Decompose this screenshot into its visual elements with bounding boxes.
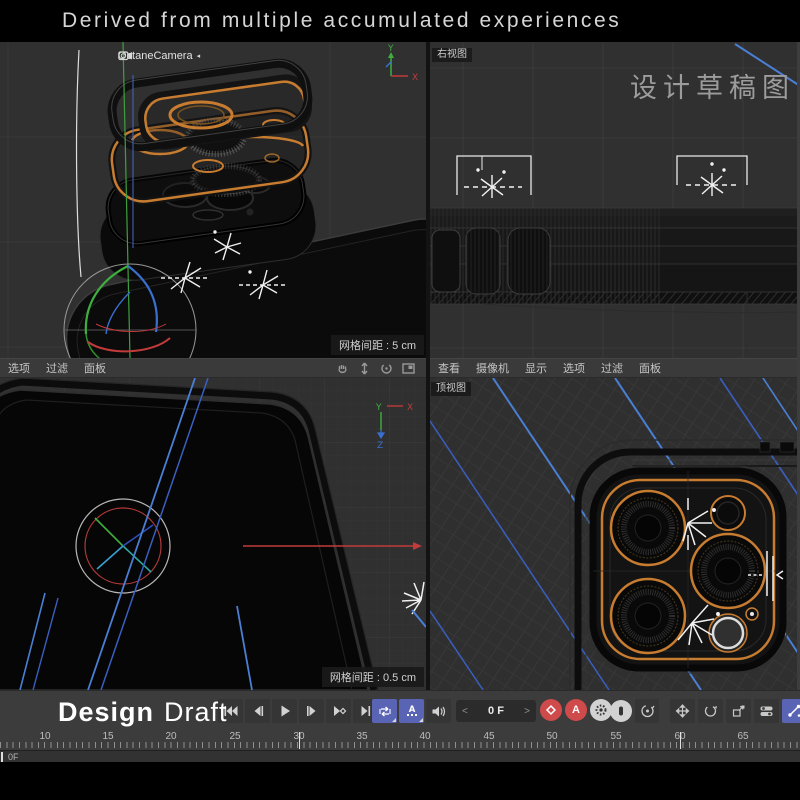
viewport-front-canvas[interactable]: Y X Z — [0, 378, 426, 690]
playback-mode-controls: A — [372, 699, 451, 723]
watermark-regular-part: Draft — [164, 697, 228, 727]
ruler-tick-label: 10 — [39, 731, 50, 742]
play-button[interactable] — [272, 699, 297, 723]
menu-options[interactable]: 选项 — [8, 360, 30, 376]
viewport-label-right[interactable]: 右视图 — [432, 48, 472, 62]
sound-toggle-button[interactable] — [426, 699, 451, 723]
record-keyframe-button[interactable] — [540, 699, 562, 721]
transport-controls — [218, 699, 378, 723]
frame-decrement-arrow[interactable]: < — [462, 706, 468, 717]
keyframe-selection-button[interactable] — [590, 699, 612, 721]
watermark-design-draft-cn: 设计草稿图 — [630, 66, 795, 105]
grid-spacing-status: 网格间距 : 5 cm — [331, 335, 424, 355]
menu-cameras[interactable]: 摄像机 — [476, 360, 509, 376]
menu-panel[interactable]: 面板 — [84, 360, 106, 376]
bottom-margin — [0, 762, 800, 800]
key-type-controls — [610, 699, 659, 723]
scale-keys-button[interactable] — [726, 699, 751, 723]
frame-increment-arrow[interactable]: > — [524, 706, 530, 717]
ruler-tick-label: 15 — [102, 731, 113, 742]
axis-x-label: X — [412, 73, 418, 83]
viewport-perspective-canvas[interactable]: Y X — [0, 42, 426, 358]
rotation-key-toggle[interactable] — [635, 699, 659, 723]
rotate-keys-button[interactable] — [698, 699, 723, 723]
play-to-next-key-button[interactable] — [326, 699, 351, 723]
caption-text: Derived from multiple accumulated experi… — [62, 9, 621, 33]
ruler-tick-label: 65 — [737, 731, 748, 742]
viewport-front[interactable]: Y X Z 网格间距 : 0.5 cm — [0, 378, 426, 690]
ruler-tick-label: 40 — [419, 731, 430, 742]
all-frames-letter: A — [408, 705, 415, 715]
menu-filter[interactable]: 过滤 — [601, 360, 623, 376]
autokey-button[interactable]: A — [565, 699, 587, 721]
pan-hand-icon[interactable] — [335, 362, 350, 375]
autokey-letter: A — [572, 704, 580, 716]
current-frame-value: 0 F — [488, 705, 504, 717]
menu-view[interactable]: 查看 — [438, 360, 460, 376]
animate-toggle-controls — [670, 699, 800, 723]
all-frames-button[interactable]: A — [399, 699, 424, 723]
grid-spacing-status: 网格间距 : 0.5 cm — [322, 667, 424, 687]
point-level-animation-button[interactable] — [782, 699, 800, 723]
timeline-ruler[interactable]: 10 15 20 25 30 35 40 45 50 55 60 65 — [0, 730, 800, 750]
ruler-tick-label: 20 — [165, 731, 176, 742]
rotate-view-icon[interactable] — [379, 362, 394, 375]
ruler-tick-label: 25 — [229, 731, 240, 742]
axis-x-label: X — [407, 403, 413, 413]
parameter-keys-button[interactable] — [754, 699, 779, 723]
viewport-splitter[interactable] — [426, 42, 430, 690]
current-frame-field[interactable]: < 0 F > — [456, 700, 536, 722]
axis-y-label: Y — [387, 44, 394, 54]
loop-playback-button[interactable] — [372, 699, 397, 723]
ruler-major-tick-30 — [299, 732, 300, 749]
ruler-tick-label: 45 — [483, 731, 494, 742]
menu-options[interactable]: 选项 — [563, 360, 585, 376]
camera-name-label[interactable]: OctaneCamera ◂ — [118, 50, 200, 62]
viewport-menubar-right: 查看 摄像机 显示 选项 过滤 面板 — [430, 358, 800, 378]
axis-y-label: Y — [375, 403, 382, 413]
watermark-design-draft-en: Design Draft — [58, 697, 228, 728]
watermark-bold-part: Design — [58, 697, 154, 727]
ruler-tick-label: 55 — [610, 731, 621, 742]
menu-panel[interactable]: 面板 — [639, 360, 661, 376]
previous-frame-button[interactable] — [245, 699, 270, 723]
next-frame-button[interactable] — [299, 699, 324, 723]
position-key-toggle[interactable] — [610, 700, 632, 722]
menu-filter[interactable]: 过滤 — [46, 360, 68, 376]
keying-controls: A — [540, 699, 612, 721]
menu-display[interactable]: 显示 — [525, 360, 547, 376]
viewport-menubar-left: 选项 过滤 面板 — [0, 358, 426, 378]
ruler-tick-label: 50 — [546, 731, 557, 742]
camera-icon — [118, 50, 133, 61]
ruler-tick-label: 35 — [356, 731, 367, 742]
maximize-view-icon[interactable] — [401, 362, 416, 375]
axis-z-label: Z — [377, 441, 383, 451]
app-window: Derived from multiple accumulated experi… — [0, 0, 800, 800]
viewport-top-canvas[interactable] — [430, 378, 800, 690]
top-caption-bar: Derived from multiple accumulated experi… — [0, 0, 800, 42]
viewport-top-view[interactable]: 顶视图 — [430, 378, 800, 690]
dolly-zoom-icon[interactable] — [357, 362, 372, 375]
playhead-marker[interactable] — [1, 752, 3, 762]
viewport-perspective[interactable]: Y X OctaneCamera ◂ 网格间距 : 5 cm — [0, 42, 426, 358]
move-keys-button[interactable] — [670, 699, 695, 723]
camera-menu-arrow-icon: ◂ — [197, 52, 201, 60]
viewport-label-top[interactable]: 顶视图 — [431, 382, 471, 396]
ruler-major-tick-60 — [680, 732, 681, 749]
